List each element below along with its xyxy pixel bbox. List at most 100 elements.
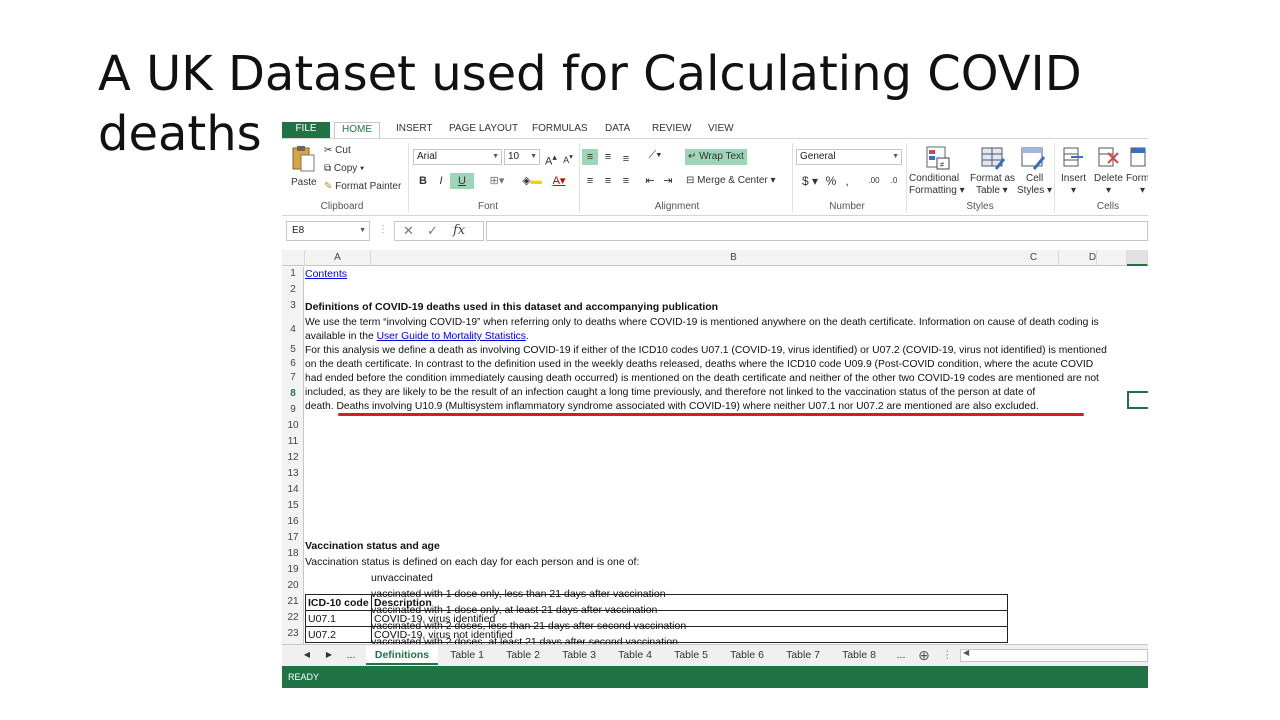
- align-middle-icon[interactable]: ≡: [600, 149, 616, 165]
- grow-font-icon[interactable]: A▴: [544, 149, 558, 168]
- sheet-tab-table-2[interactable]: Table 2: [498, 645, 548, 665]
- delete-cells-button[interactable]: Delete ▾: [1092, 145, 1124, 199]
- insert-function-icon[interactable]: fx: [453, 222, 465, 240]
- row-header[interactable]: 15: [282, 500, 304, 511]
- column-header-c[interactable]: C: [1009, 250, 1059, 266]
- row-header[interactable]: 1: [282, 268, 304, 279]
- format-painter-button[interactable]: ✎ Format Painter: [324, 181, 401, 192]
- italic-button[interactable]: I: [434, 173, 448, 189]
- tab-view[interactable]: VIEW: [708, 122, 734, 138]
- sheet-tab-table-8[interactable]: Table 8: [834, 645, 884, 665]
- row-header[interactable]: 3: [282, 300, 304, 311]
- row-header[interactable]: 9: [282, 404, 304, 415]
- currency-button[interactable]: $ ▾: [798, 173, 822, 189]
- decrease-indent-icon[interactable]: ⇤: [642, 173, 658, 189]
- row-header[interactable]: 20: [282, 580, 304, 591]
- horizontal-scrollbar[interactable]: ◀: [960, 648, 1148, 662]
- row-header[interactable]: 19: [282, 564, 304, 575]
- add-sheet-icon[interactable]: ⊕: [914, 645, 934, 665]
- formula-input[interactable]: [486, 221, 1148, 241]
- merge-center-button[interactable]: ⊟ Merge & Center ▾: [686, 173, 776, 189]
- tab-file[interactable]: FILE: [282, 122, 330, 138]
- sheet-tab-table-1[interactable]: Table 1: [442, 645, 492, 665]
- name-box[interactable]: E8 ▼: [286, 221, 370, 241]
- tab-insert[interactable]: INSERT: [396, 122, 433, 138]
- row-header[interactable]: 23: [282, 628, 304, 639]
- row-header[interactable]: 16: [282, 516, 304, 527]
- sheet-tab-table-4[interactable]: Table 4: [610, 645, 660, 665]
- insert-cells-button[interactable]: Insert ▾: [1058, 145, 1088, 199]
- row-header[interactable]: 2: [282, 284, 304, 295]
- align-left-icon[interactable]: ≡: [582, 173, 598, 189]
- cancel-icon[interactable]: ✕: [403, 222, 414, 240]
- align-right-icon[interactable]: ≡: [618, 173, 634, 189]
- format-as-table-button[interactable]: Format as Table ▾: [970, 145, 1016, 199]
- splitter-icon[interactable]: ⋮: [942, 645, 953, 665]
- sheet-tab-definitions[interactable]: Definitions: [366, 645, 438, 665]
- user-guide-link[interactable]: User Guide to Mortality Statistics: [377, 331, 526, 342]
- copy-button[interactable]: ⧉ Copy ▾: [324, 163, 364, 174]
- decrease-decimal-button[interactable]: .0: [886, 173, 902, 189]
- align-top-icon[interactable]: ≡: [582, 149, 598, 165]
- column-header-e[interactable]: [1127, 250, 1148, 266]
- row-header[interactable]: 5: [282, 344, 304, 355]
- row-header[interactable]: 4: [282, 324, 304, 335]
- font-size-dropdown[interactable]: 10 ▼: [504, 149, 540, 165]
- column-header-d[interactable]: D: [1059, 250, 1127, 266]
- borders-icon[interactable]: ⊞▾: [486, 173, 508, 189]
- sheet-tab-table-6[interactable]: Table 6: [722, 645, 772, 665]
- cut-button[interactable]: ✂ Cut: [324, 145, 351, 156]
- row-header[interactable]: 7: [282, 372, 304, 383]
- fill-color-icon[interactable]: ◈▬: [520, 173, 544, 189]
- row-header[interactable]: 11: [282, 436, 304, 447]
- underline-button[interactable]: U: [450, 173, 474, 189]
- font-name-dropdown[interactable]: Arial ▼: [413, 149, 502, 165]
- row-header[interactable]: 13: [282, 468, 304, 479]
- wrap-text-button[interactable]: ↵ Wrap Text: [685, 149, 747, 165]
- bold-button[interactable]: B: [416, 173, 430, 189]
- row-header[interactable]: 18: [282, 548, 304, 559]
- percent-button[interactable]: %: [824, 173, 838, 189]
- cell-styles-button[interactable]: Cell Styles ▾: [1016, 145, 1052, 199]
- align-center-icon[interactable]: ≡: [600, 173, 616, 189]
- conditional-formatting-button[interactable]: ≠ Conditional Formatting ▾: [909, 145, 965, 199]
- conditional-formatting-icon: ≠: [926, 146, 950, 170]
- tab-data[interactable]: DATA: [605, 122, 630, 138]
- orientation-icon[interactable]: ⟋▾: [644, 147, 666, 163]
- row-header[interactable]: 6: [282, 358, 304, 369]
- paste-button[interactable]: Paste: [288, 145, 318, 197]
- more-sheets-right[interactable]: ...: [892, 645, 910, 665]
- row-header[interactable]: 8: [282, 388, 304, 399]
- row-header[interactable]: 12: [282, 452, 304, 463]
- next-sheet-icon[interactable]: ▶: [322, 645, 336, 665]
- sheet-tab-table-3[interactable]: Table 3: [554, 645, 604, 665]
- enter-icon[interactable]: ✓: [427, 222, 438, 240]
- selected-cell-e8[interactable]: [1127, 391, 1148, 409]
- more-sheets-left[interactable]: ...: [342, 645, 360, 665]
- number-format-dropdown[interactable]: General ▼: [796, 149, 902, 165]
- tab-review[interactable]: REVIEW: [652, 122, 691, 138]
- align-bottom-icon[interactable]: ≡: [618, 151, 634, 167]
- comma-button[interactable]: ,: [842, 173, 852, 189]
- increase-decimal-button[interactable]: .00: [866, 173, 882, 189]
- tab-formulas[interactable]: FORMULAS: [532, 122, 588, 138]
- row-header[interactable]: 17: [282, 532, 304, 543]
- row-header[interactable]: 21: [282, 596, 304, 607]
- row-header[interactable]: 10: [282, 420, 304, 431]
- sheet-tab-table-7[interactable]: Table 7: [778, 645, 828, 665]
- select-all-corner[interactable]: [282, 250, 305, 266]
- row-header[interactable]: 14: [282, 484, 304, 495]
- row-header[interactable]: 22: [282, 612, 304, 623]
- shrink-font-icon[interactable]: A▾: [561, 149, 575, 165]
- column-header-b[interactable]: B: [371, 250, 1097, 266]
- increase-indent-icon[interactable]: ⇥: [660, 173, 676, 189]
- scroll-left-icon[interactable]: ◀: [963, 648, 969, 657]
- tab-home[interactable]: HOME: [334, 122, 380, 138]
- sheet-tab-table-5[interactable]: Table 5: [666, 645, 716, 665]
- format-cells-button[interactable]: Form ▾: [1126, 145, 1148, 199]
- prev-sheet-icon[interactable]: ◀: [300, 645, 314, 665]
- contents-link[interactable]: Contents: [305, 268, 347, 280]
- column-header-a[interactable]: A: [305, 250, 371, 266]
- font-color-icon[interactable]: A▾: [548, 173, 570, 189]
- tab-page-layout[interactable]: PAGE LAYOUT: [449, 122, 518, 138]
